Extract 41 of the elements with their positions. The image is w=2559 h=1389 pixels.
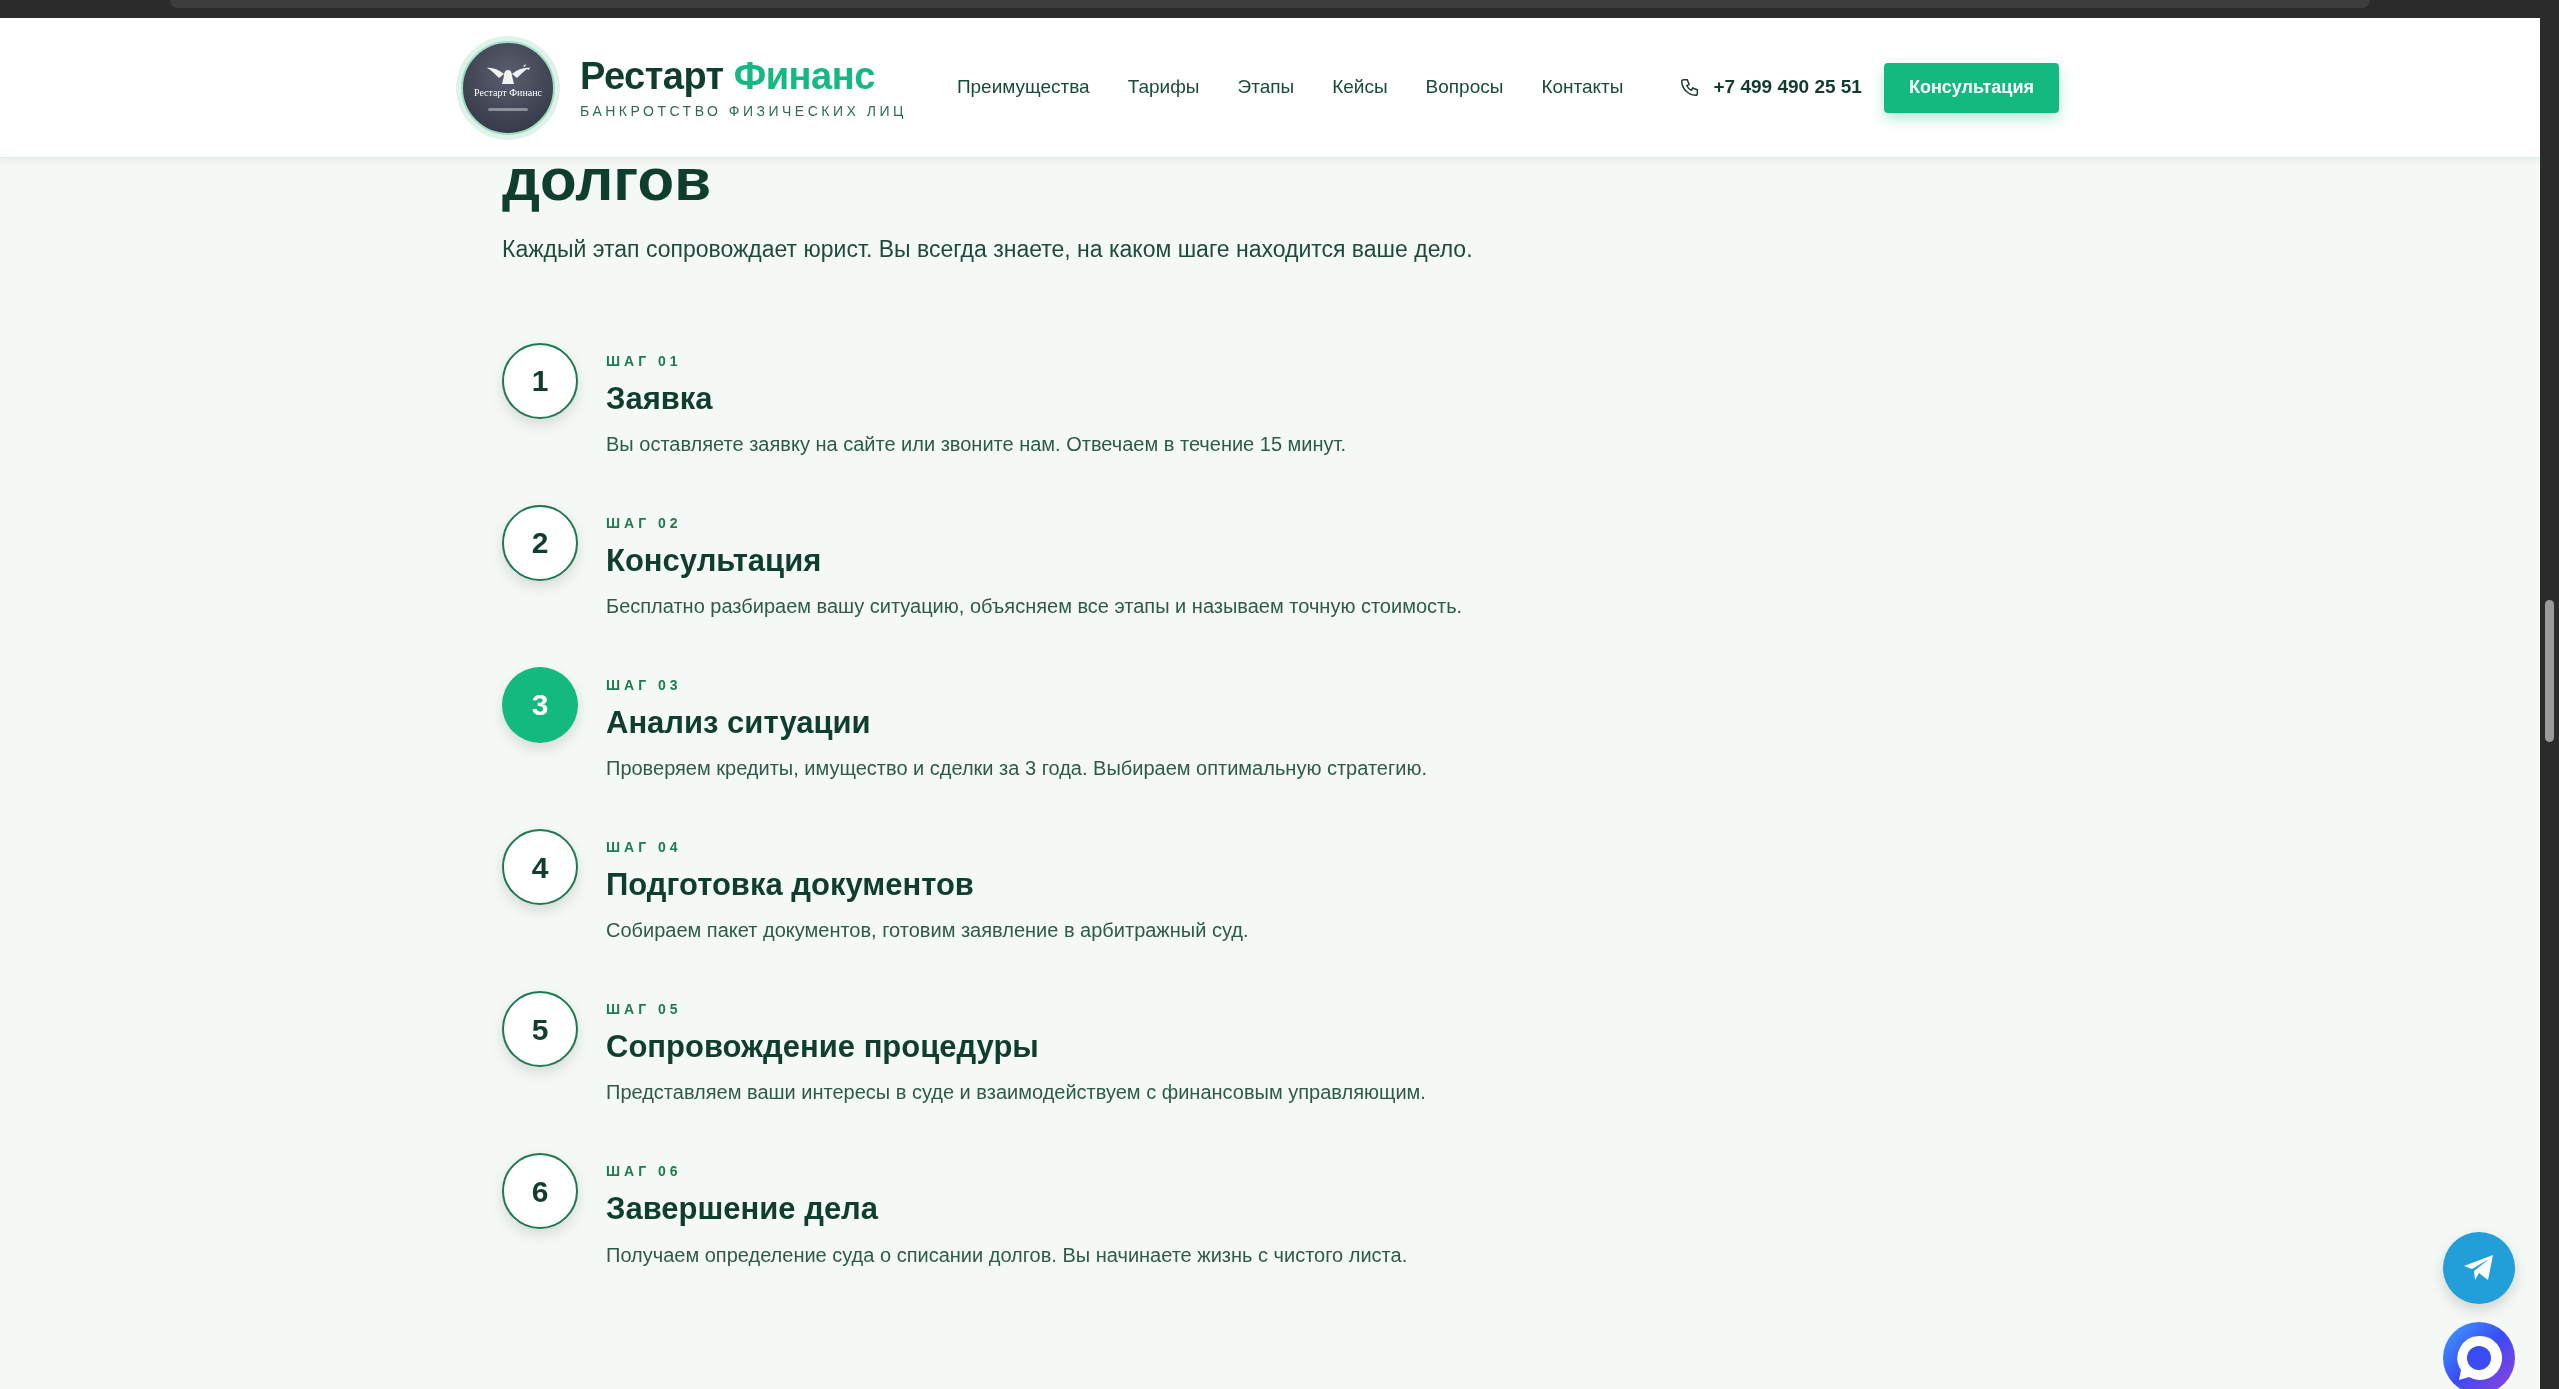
phone-link[interactable]: +7 499 490 25 51 [1713,73,1862,102]
logo-text: Рестарт Финанс [473,88,543,98]
step-title: Консультация [606,541,823,579]
paper-plane-icon [2463,1254,2495,1282]
nav-link[interactable]: Кейсы [1332,73,1388,102]
step-description: Получаем определение суда о списании долгов. Вы начинаете жизнь с чистого листа. [606,1242,1408,1268]
step-description: Собираем пакет документов, готовим заявление в арбитражный суд. [606,918,1249,944]
step-description: Представляем ваши интересы в суде и взаимодействуем с финансовым управляющим. [606,1080,1426,1106]
step-label: ШАГ 01 [606,351,683,371]
nav-link[interactable]: Тарифы [1127,73,1200,102]
nav-link[interactable]: Контакты [1541,73,1624,102]
step-label: ШАГ 05 [606,1000,683,1020]
step-number: 1 [502,342,578,419]
step-description: Бесплатно разбираем вашу ситуацию, объясняем все этапы и называем точную стоимость. [606,593,1463,619]
section-heading: долгов [502,150,713,210]
step-title: Подготовка документов [606,866,975,904]
step-number: 3 [502,666,578,743]
wings-icon [485,64,531,86]
step-label: ШАГ 02 [606,513,683,533]
nav-link[interactable]: Преимущества [956,73,1090,102]
brand-name-accent: Финанс [733,55,875,98]
step-label: ШАГ 04 [606,838,683,858]
step-label: ШАГ 06 [606,1162,683,1182]
telegram-button[interactable] [2443,1232,2515,1304]
logo[interactable]: Рестарт Финанс [456,35,560,140]
step-title: Завершение дела [606,1190,880,1228]
nav-link[interactable]: Этапы [1237,73,1295,102]
step-number: 4 [502,829,578,906]
brand-tagline: БАНКРОТСТВО ФИЗИЧЕСКИХ ЛИЦ [580,101,907,121]
step-description: Вы оставляете заявку на сайте или звоните нам. Отвечаем в течение 15 минут. [606,431,1347,457]
step-number: 5 [502,991,578,1068]
step-title: Сопровождение процедуры [606,1028,1040,1066]
step-title: Анализ ситуации [606,703,872,742]
nav-link[interactable]: Вопросы [1425,73,1504,102]
step-number: 2 [502,504,578,581]
brand-name: Рестарт [580,55,724,98]
step-description: Проверяем кредиты, имущество и сделки за 3 года. Выбираем оптимальную стратегию. [606,756,1427,782]
step-number: 6 [502,1153,578,1230]
step-label: ШАГ 03 [606,675,683,695]
step-title: Заявка [606,379,714,417]
section-lead: Каждый этап сопровождает юрист. Вы всегда знаете, на каком шаге находится ваше дело. [502,235,1474,264]
